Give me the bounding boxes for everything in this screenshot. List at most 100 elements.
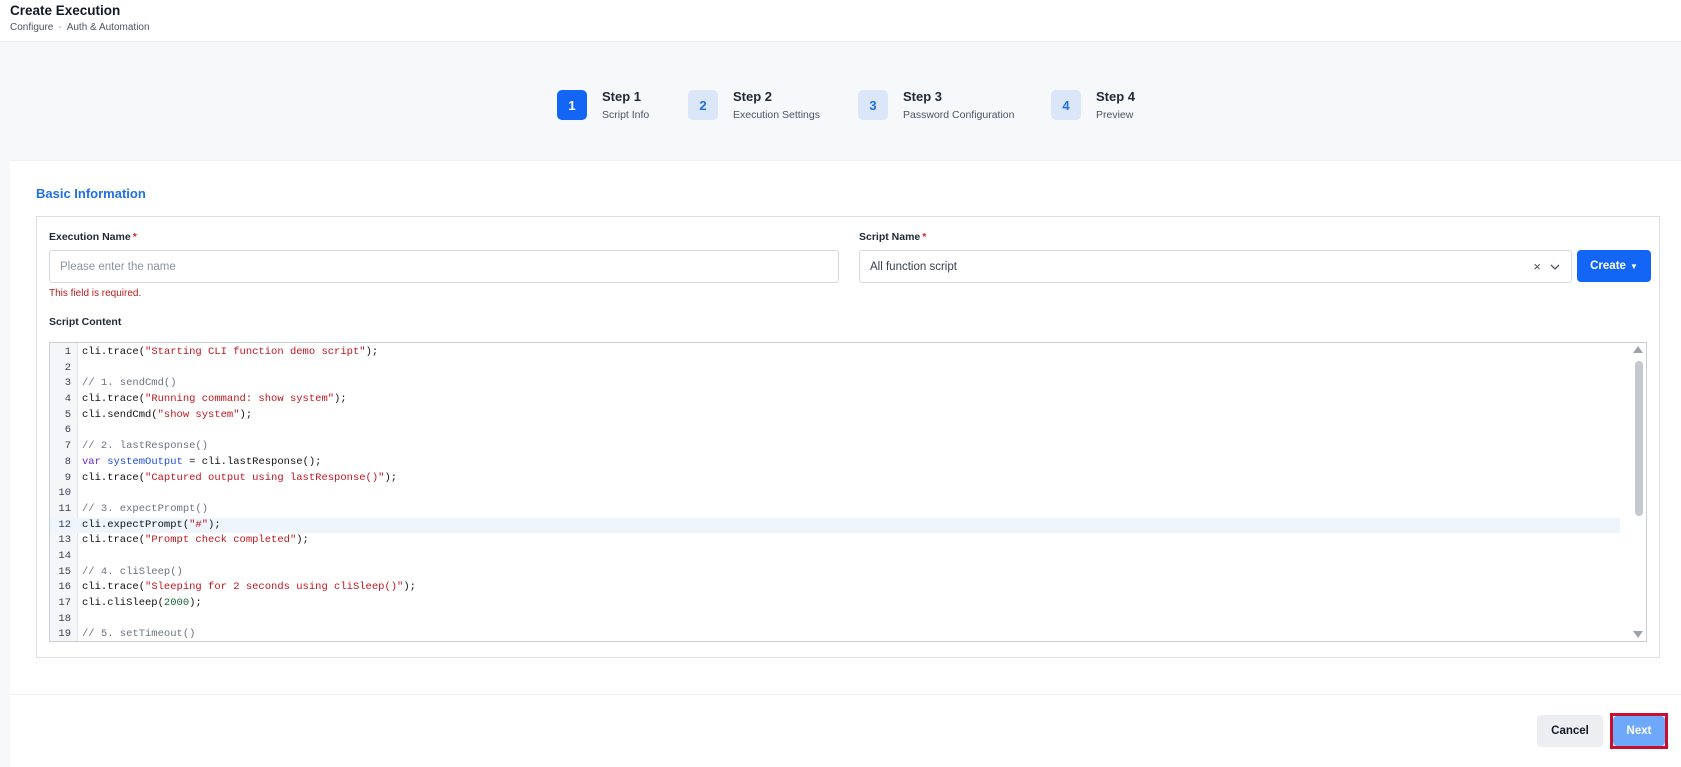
line-number: 13 xyxy=(58,534,71,547)
caret-down-icon: ▼ xyxy=(1629,261,1638,271)
code-line[interactable]: 1 cli.trace("Starting CLI function demo s… xyxy=(50,345,1620,361)
code-text: cli.trace("Running command: show system"… xyxy=(82,392,347,408)
code-text: // 5. setTimeout() xyxy=(82,627,195,641)
breadcrumb-item-configure[interactable]: Configure xyxy=(10,22,53,33)
execution-name-label: Execution Name * xyxy=(49,231,137,243)
code-text: var systemOutput = cli.lastResponse(); xyxy=(82,455,321,471)
stepper: 1 Step 1 Script Info 2 Step 2 Execution … xyxy=(0,89,1681,122)
code-token-plain: cli.trace( xyxy=(82,534,146,547)
code-token-plain: ); xyxy=(189,597,202,609)
step-3-title: Step 3 xyxy=(903,89,943,104)
code-line[interactable]: 2 xyxy=(50,361,1620,377)
scroll-up-arrow-icon[interactable] xyxy=(1633,346,1643,353)
code-line[interactable]: 4 cli.trace("Running command: show system… xyxy=(50,392,1620,408)
code-token-plain: ); xyxy=(365,346,379,358)
scroll-down-arrow-icon[interactable] xyxy=(1633,631,1643,638)
create-button[interactable]: Create ▼ xyxy=(1577,250,1651,282)
line-number: 6 xyxy=(64,424,71,437)
code-token-plain: cli.trace( xyxy=(82,471,146,484)
code-token-plain: ); xyxy=(384,471,398,484)
code-line[interactable]: 19 // 5. setTimeout() xyxy=(50,627,1620,641)
code-token-comment: // 4. cliSleep() xyxy=(82,565,183,578)
code-line[interactable]: 13 cli.trace("Prompt check completed"); xyxy=(50,533,1620,549)
code-token-plain: cli.expectPrompt( xyxy=(82,518,190,531)
create-button-label: Create xyxy=(1590,260,1626,272)
step-3-number: 3 xyxy=(858,90,888,120)
code-token-variable: systemOutput xyxy=(107,455,183,468)
code-token-keyword: var xyxy=(82,455,101,468)
line-number: 4 xyxy=(64,393,71,406)
script-content-editor[interactable]: 1 cli.trace("Starting CLI function demo s… xyxy=(49,342,1647,642)
code-token-plain: ); xyxy=(334,393,347,406)
step-2-subtitle: Execution Settings xyxy=(733,109,820,121)
code-line[interactable]: 7 // 2. lastResponse() xyxy=(50,439,1620,455)
code-token-plain: cli.trace( xyxy=(82,346,146,358)
code-token-string: "show system" xyxy=(157,408,240,421)
step-1-number: 1 xyxy=(557,90,587,120)
code-token-plain: ); xyxy=(239,408,253,421)
code-line[interactable]: 5 cli.sendCmd("show system"); xyxy=(50,408,1620,424)
code-text: cli.trace("Starting CLI function demo sc… xyxy=(82,345,378,361)
line-number: 14 xyxy=(58,549,71,562)
code-line[interactable]: 15 // 4. cliSleep() xyxy=(50,565,1620,581)
code-line[interactable]: 3 // 1. sendCmd() xyxy=(50,376,1620,392)
code-line[interactable]: 10 xyxy=(50,486,1620,502)
code-text: cli.trace("Captured output using lastRes… xyxy=(82,471,397,487)
cancel-button[interactable]: Cancel xyxy=(1537,715,1603,747)
step-1-subtitle: Script Info xyxy=(602,109,650,121)
code-line[interactable]: 9 cli.trace("Captured output using lastRe… xyxy=(50,471,1620,487)
chevron-down-icon[interactable] xyxy=(1549,261,1561,273)
code-text: cli.trace("Prompt check completed"); xyxy=(82,533,309,549)
step-4-subtitle: Preview xyxy=(1096,109,1134,121)
code-lines: 1 cli.trace("Starting CLI function demo s… xyxy=(50,345,1620,641)
code-token-plain: cli.sendCmd( xyxy=(82,408,158,421)
line-number: 12 xyxy=(58,518,71,531)
script-name-select[interactable]: All function script × xyxy=(859,250,1572,283)
code-token-string: "Starting CLI function demo script" xyxy=(145,346,366,358)
step-4-title: Step 4 xyxy=(1096,89,1136,104)
breadcrumb-item-auth-automation: Auth & Automation xyxy=(66,22,150,33)
section-title: Basic Information xyxy=(36,186,146,201)
step-1-title: Step 1 xyxy=(602,89,642,104)
code-text: // 3. expectPrompt() xyxy=(82,502,208,518)
line-number: 2 xyxy=(64,361,71,374)
line-number: 8 xyxy=(64,455,71,468)
code-text: cli.cliSleep(2000); xyxy=(82,596,202,612)
line-number: 18 xyxy=(58,612,71,625)
scrollbar-thumb[interactable] xyxy=(1635,361,1643,516)
code-line[interactable]: 11 // 3. expectPrompt() xyxy=(50,502,1620,518)
code-line[interactable]: 8 var systemOutput = cli.lastResponse(); xyxy=(50,455,1620,471)
line-number: 1 xyxy=(64,346,71,358)
step-3-subtitle: Password Configuration xyxy=(903,109,1015,121)
required-marker: * xyxy=(922,231,927,243)
editor-scrollbar[interactable] xyxy=(1632,343,1646,641)
code-line[interactable]: 12 cli.expectPrompt("#"); xyxy=(50,517,1620,534)
script-name-value: All function script xyxy=(870,260,957,273)
line-number: 5 xyxy=(64,408,71,421)
execution-name-input[interactable] xyxy=(49,250,839,283)
code-token-plain: ); xyxy=(296,534,309,547)
code-token-comment: // 2. lastResponse() xyxy=(82,440,209,453)
line-number: 9 xyxy=(64,471,71,484)
code-token-plain: = cli.lastResponse(); xyxy=(182,455,322,468)
code-line[interactable]: 18 xyxy=(50,612,1620,628)
code-line[interactable]: 6 xyxy=(50,423,1620,439)
line-number: 11 xyxy=(58,502,71,515)
code-token-comment: // 3. expectPrompt() xyxy=(82,502,209,515)
step-2-title: Step 2 xyxy=(733,89,773,104)
code-token-string: "Running command: show system" xyxy=(145,393,335,406)
line-number: 10 xyxy=(58,487,71,500)
code-line[interactable]: 16 cli.trace("Sleeping for 2 seconds usin… xyxy=(50,580,1620,596)
code-line[interactable]: 14 xyxy=(50,549,1620,565)
code-line[interactable]: 17 cli.cliSleep(2000); xyxy=(50,596,1620,612)
form-card: Basic Information Execution Name* This f… xyxy=(10,160,1681,767)
script-name-label-text: Script Name xyxy=(859,231,921,243)
breadcrumb: Configure - Auth & Automation xyxy=(10,22,150,33)
page-title: Create Execution xyxy=(10,3,121,18)
close-icon[interactable]: × xyxy=(1533,259,1541,274)
next-button[interactable]: Next xyxy=(1613,716,1665,746)
script-name-label: Script Name * xyxy=(859,231,926,243)
code-token-string: "Prompt check completed" xyxy=(145,534,297,547)
code-token-plain: ); xyxy=(403,581,416,594)
code-text: // 4. cliSleep() xyxy=(82,565,183,581)
